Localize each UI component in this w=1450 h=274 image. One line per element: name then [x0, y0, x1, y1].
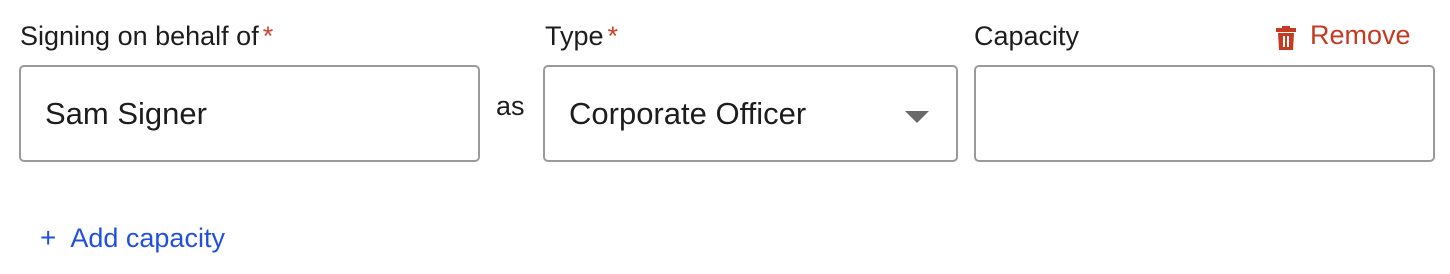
as-connector-text: as: [496, 91, 525, 121]
remove-button[interactable]: Remove: [1276, 17, 1411, 53]
required-asterisk: *: [607, 21, 619, 51]
signer-input[interactable]: Sam Signer: [19, 65, 480, 162]
type-label-text: Type: [545, 21, 604, 51]
chevron-down-icon: [905, 111, 929, 123]
type-label: Type *: [545, 18, 618, 54]
remove-label: Remove: [1310, 20, 1411, 50]
add-capacity-label: Add capacity: [70, 223, 225, 253]
add-capacity-button[interactable]: + Add capacity: [40, 220, 225, 256]
trash-icon: [1276, 23, 1296, 50]
capacity-label: Capacity: [974, 18, 1079, 54]
signing-on-behalf-of-text: Signing on behalf of: [20, 21, 259, 51]
signing-on-behalf-of-label: Signing on behalf of *: [20, 18, 273, 54]
signer-input-value: Sam Signer: [45, 95, 207, 131]
type-select[interactable]: Corporate Officer: [543, 65, 958, 162]
capacity-input[interactable]: [974, 65, 1435, 162]
plus-icon: +: [40, 222, 57, 253]
required-asterisk: *: [262, 21, 274, 51]
type-select-value: Corporate Officer: [569, 95, 807, 131]
capacity-label-text: Capacity: [974, 21, 1080, 51]
signature-capacity-row: Signing on behalf of * Type * Capacity Rem…: [0, 0, 1450, 274]
